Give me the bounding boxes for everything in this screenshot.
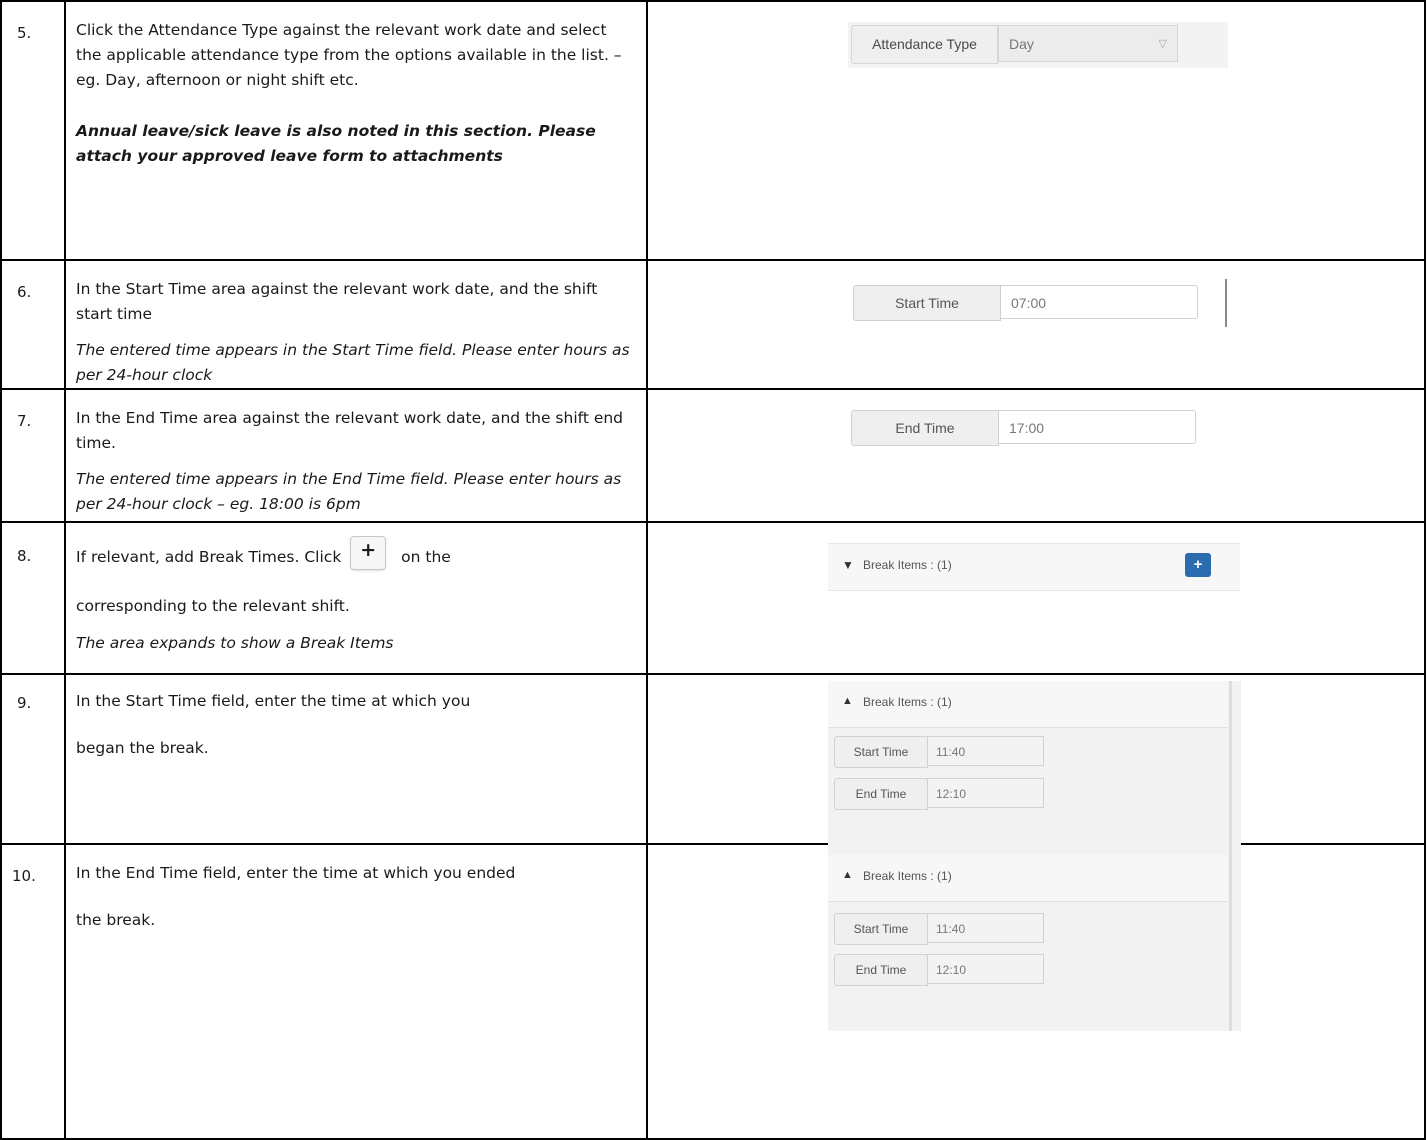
step-screenshot-cell: ▲ Break Items : (1) Start Time 11:40 End…: [646, 673, 1426, 863]
step-text-cell: In the End Time area against the relevan…: [64, 388, 648, 523]
step-row-5: 5. Click the Attendance Type against the…: [0, 0, 1426, 261]
step-number-cell: 6.: [0, 259, 66, 390]
step-row-10: 10. In the End Time field, enter the tim…: [0, 843, 1426, 1140]
divider: [1225, 279, 1227, 327]
break-start-field: Start Time 11:40: [834, 736, 1046, 768]
step-note: The entered time appears in the Start Ti…: [76, 341, 630, 384]
start-time-label: Start Time: [853, 285, 1001, 321]
break-start-input[interactable]: 11:40: [927, 913, 1044, 943]
step-text-cell: If relevant, add Break Times. Click + on…: [64, 521, 648, 675]
step-instruction: In the Start Time field, enter the time …: [76, 692, 471, 710]
break-end-label: End Time: [834, 954, 928, 986]
step-text-cell: In the Start Time field, enter the time …: [64, 673, 648, 845]
step-row-8: 8. If relevant, add Break Times. Click +…: [0, 521, 1426, 675]
step-screenshot-cell: Attendance Type Day ▽: [646, 0, 1426, 261]
attendance-type-widget: Attendance Type Day ▽: [848, 22, 1228, 68]
break-end-input[interactable]: 12:10: [927, 778, 1044, 808]
break-end-label: End Time: [834, 778, 928, 810]
step-text-cell: In the End Time field, enter the time at…: [64, 843, 648, 1140]
step-text-cell: In the Start Time area against the relev…: [64, 259, 648, 390]
step-number: 6.: [17, 283, 32, 301]
step-row-6: 6. In the Start Time area against the re…: [0, 259, 1426, 390]
start-time-input[interactable]: 07:00: [1000, 285, 1198, 319]
step-number: 9.: [17, 694, 32, 712]
step-text-cell: Click the Attendance Type against the re…: [64, 0, 648, 261]
chevron-up-icon: ▲: [842, 695, 853, 707]
step-number-cell: 8.: [0, 521, 66, 675]
step-screenshot-cell: ▲ Break Items : (1) Start Time 11:40 End…: [646, 843, 1426, 1140]
step-number: 5.: [17, 24, 32, 42]
step-instruction: In the End Time area against the relevan…: [76, 409, 624, 452]
step-number-cell: 9.: [0, 673, 66, 845]
break-end-field: End Time 12:10: [834, 778, 1046, 810]
add-break-button[interactable]: +: [1185, 553, 1211, 577]
end-time-widget: End Time 17:00: [851, 404, 1225, 450]
break-end-field: End Time 12:10: [834, 954, 1046, 986]
step-number-cell: 5.: [0, 0, 66, 261]
attendance-type-value: Day: [1009, 36, 1034, 52]
step-number: 10.: [12, 867, 36, 885]
break-items-panel: ▲ Break Items : (1) Start Time 11:40 End…: [828, 855, 1241, 1031]
step-note: The entered time appears in the End Time…: [76, 470, 622, 513]
break-items-bar[interactable]: ▼ Break Items : (1) +: [828, 543, 1240, 591]
step-number: 7.: [17, 412, 32, 430]
step-instruction: In the Start Time area against the relev…: [76, 280, 598, 323]
step-instruction: If relevant, add Break Times. Click: [76, 548, 342, 566]
step-instruction-cont: on the: [401, 548, 451, 566]
break-start-label: Start Time: [834, 736, 928, 768]
plus-icon: +: [350, 536, 387, 570]
chevron-up-icon: ▲: [842, 869, 853, 881]
step-instruction-cont: began the break.: [76, 739, 209, 757]
step-note: The area expands to show a Break Items: [76, 634, 394, 652]
step-row-7: 7. In the End Time area against the rele…: [0, 388, 1426, 523]
break-items-panel: ▲ Break Items : (1) Start Time 11:40 End…: [828, 681, 1241, 863]
break-items-header[interactable]: ▲ Break Items : (1): [828, 681, 1228, 728]
chevron-down-icon: ▽: [1158, 38, 1167, 50]
step-instruction-cont: corresponding to the relevant shift.: [76, 597, 350, 615]
step-screenshot-cell: Start Time 07:00: [646, 259, 1426, 390]
step-instruction: In the End Time field, enter the time at…: [76, 864, 516, 882]
attendance-type-label: Attendance Type: [851, 25, 998, 64]
break-items-label: Break Items : (1): [863, 869, 952, 883]
break-items-label: Break Items : (1): [863, 695, 952, 709]
step-number-cell: 10.: [0, 843, 66, 1140]
start-time-widget: Start Time 07:00: [853, 279, 1227, 327]
instructions-table: 5. Click the Attendance Type against the…: [0, 0, 1426, 1140]
break-items-label: Break Items : (1): [863, 558, 952, 572]
end-time-input[interactable]: 17:00: [998, 410, 1196, 444]
break-start-input[interactable]: 11:40: [927, 736, 1044, 766]
step-screenshot-cell: ▼ Break Items : (1) +: [646, 521, 1426, 675]
break-start-field: Start Time 11:40: [834, 913, 1046, 945]
step-note: Annual leave/sick leave is also noted in…: [76, 122, 596, 165]
break-items-header[interactable]: ▲ Break Items : (1): [828, 855, 1228, 902]
step-screenshot-cell: End Time 17:00: [646, 388, 1426, 523]
break-start-label: Start Time: [834, 913, 928, 945]
step-number-cell: 7.: [0, 388, 66, 523]
attendance-type-select[interactable]: Day ▽: [998, 25, 1178, 62]
step-instruction-cont: the break.: [76, 911, 156, 929]
break-end-input[interactable]: 12:10: [927, 954, 1044, 984]
end-time-label: End Time: [851, 410, 999, 446]
step-number: 8.: [17, 547, 32, 565]
step-row-9: 9. In the Start Time field, enter the ti…: [0, 673, 1426, 863]
divider: [1229, 681, 1232, 863]
divider: [1229, 855, 1232, 1031]
step-instruction: Click the Attendance Type against the re…: [76, 21, 622, 89]
chevron-down-icon: ▼: [842, 558, 854, 572]
